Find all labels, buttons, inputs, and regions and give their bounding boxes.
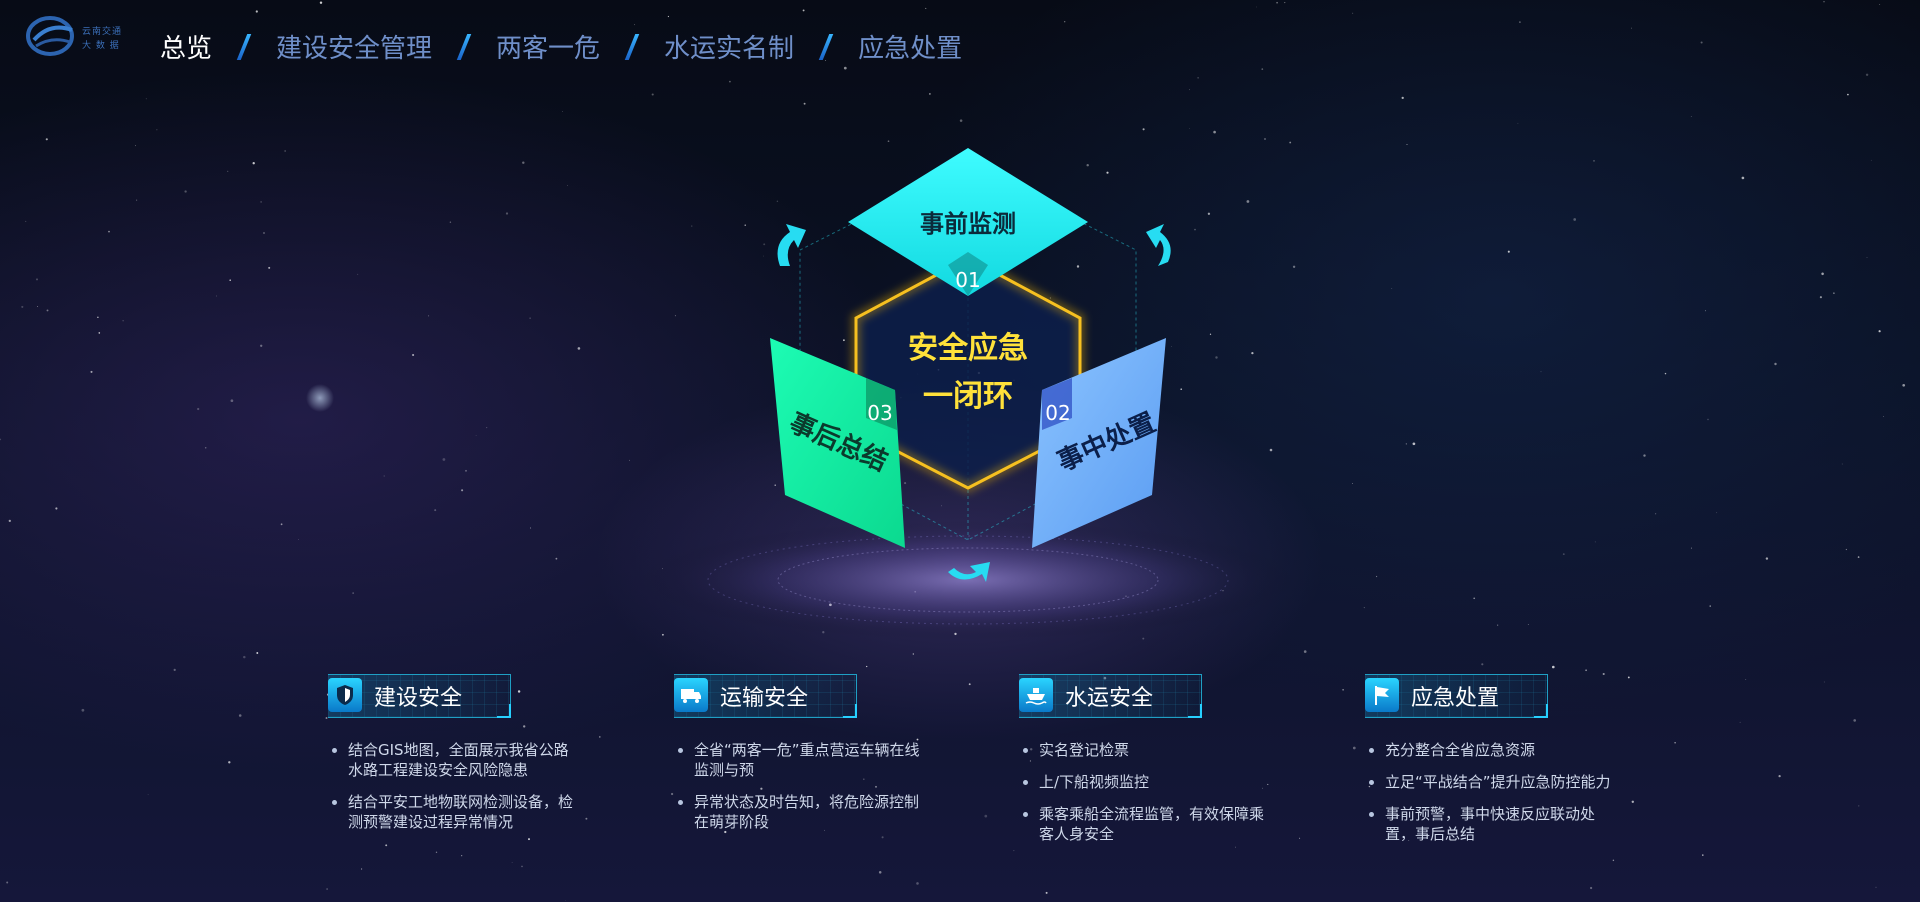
feature-header: 应急处置 bbox=[1365, 672, 1550, 720]
feature-column-emergency: 应急处置 充分整合全省应急资源 立足“平战结合”提升应急防控能力 事前预警，事中… bbox=[1365, 672, 1615, 856]
arrow-top-right-icon bbox=[1146, 224, 1171, 266]
feature-header: 水运安全 bbox=[1019, 672, 1204, 720]
shield-icon bbox=[328, 678, 362, 712]
app-logo[interactable]: 云南交通 大 数 据 bbox=[26, 14, 136, 60]
feature-item: 充分整合全省应急资源 bbox=[1365, 740, 1615, 760]
feature-item: 事前预警，事中快速反应联动处置，事后总结 bbox=[1365, 804, 1615, 844]
feature-item: 异常状态及时告知，将危险源控制在萌芽阶段 bbox=[674, 792, 924, 832]
truck-icon bbox=[674, 678, 708, 712]
stage-left-post-summary[interactable] bbox=[770, 338, 905, 548]
nav-separator bbox=[624, 33, 640, 60]
feature-item: 立足“平战结合”提升应急防控能力 bbox=[1365, 772, 1615, 792]
nav-tab-overview[interactable]: 总览 bbox=[160, 28, 212, 65]
flag-icon bbox=[1365, 678, 1399, 712]
stage-top-pre-monitoring[interactable] bbox=[848, 148, 1088, 296]
center-title-line1: 安全应急 bbox=[908, 331, 1028, 366]
feature-title: 应急处置 bbox=[1411, 686, 1500, 711]
cube-wireframe bbox=[799, 164, 1137, 541]
feature-column-construction: 建设安全 结合GIS地图，全面展示我省公路水路工程建设安全风险隐患 结合平安工地… bbox=[328, 672, 578, 844]
top-navigation-bar: 云南交通 大 数 据 总览 建设安全管理 两客一危 水运实名制 应急处置 bbox=[0, 0, 1920, 90]
logo-text-top: 云南交通 bbox=[82, 27, 123, 37]
nav-separator bbox=[456, 33, 472, 60]
stage-left-label: 事后总结 bbox=[785, 408, 892, 478]
nav-separator bbox=[818, 33, 834, 60]
arrow-top-left-icon bbox=[777, 224, 806, 266]
feature-header: 运输安全 bbox=[674, 672, 859, 720]
feature-item: 乘客乘船全流程监管，有效保障乘客人身安全 bbox=[1019, 804, 1269, 844]
main-nav: 总览 建设安全管理 两客一危 水运实名制 应急处置 bbox=[160, 28, 962, 65]
galaxy-disk bbox=[638, 520, 1298, 640]
feature-item: 实名登记检票 bbox=[1019, 740, 1269, 760]
cycle-arrows bbox=[777, 224, 1171, 582]
stage-top-number: 01 bbox=[955, 268, 980, 292]
center-hexagon bbox=[851, 252, 1085, 494]
stage-right-in-process[interactable] bbox=[1032, 338, 1166, 548]
logo-icon bbox=[26, 16, 74, 56]
feature-column-transport: 运输安全 全省“两客一危”重点营运车辆在线监测与预 异常状态及时告知，将危险源控… bbox=[674, 672, 924, 844]
stage-left-number: 03 bbox=[867, 401, 892, 425]
feature-title: 水运安全 bbox=[1065, 686, 1154, 711]
nav-tab-waterway-realname[interactable]: 水运实名制 bbox=[664, 28, 794, 65]
stage-right-label: 事中处置 bbox=[1053, 408, 1160, 478]
stage-right-number: 02 bbox=[1045, 401, 1070, 425]
safety-cycle-graphic: 事前监测 01 安全应急 一闭环 03 事后总结 02 事中处置 bbox=[638, 148, 1298, 640]
feature-item: 全省“两客一危”重点营运车辆在线监测与预 bbox=[674, 740, 924, 780]
stage-top-label: 事前监测 bbox=[920, 210, 1016, 238]
starfield-background bbox=[0, 1, 1906, 902]
feature-item: 结合平安工地物联网检测设备，检测预警建设过程异常情况 bbox=[328, 792, 578, 832]
arrow-bottom-icon bbox=[948, 562, 990, 582]
logo-text-bottom: 大 数 据 bbox=[82, 41, 120, 51]
ship-icon bbox=[1019, 678, 1053, 712]
feature-header: 建设安全 bbox=[328, 672, 513, 720]
nav-separator bbox=[236, 33, 252, 60]
center-title-line2: 一闭环 bbox=[923, 379, 1013, 414]
nav-tab-emergency-response[interactable]: 应急处置 bbox=[858, 28, 962, 65]
feature-item: 结合GIS地图，全面展示我省公路水路工程建设安全风险隐患 bbox=[328, 740, 578, 780]
feature-item: 上/下船视频监控 bbox=[1019, 772, 1269, 792]
nav-tab-construction-safety[interactable]: 建设安全管理 bbox=[276, 28, 432, 65]
feature-title: 建设安全 bbox=[374, 686, 463, 711]
feature-title: 运输安全 bbox=[720, 686, 809, 711]
feature-column-waterway: 水运安全 实名登记检票 上/下船视频监控 乘客乘船全流程监管，有效保障乘客人身安… bbox=[1019, 672, 1269, 856]
nav-tab-passenger-hazmat[interactable]: 两客一危 bbox=[496, 28, 600, 65]
